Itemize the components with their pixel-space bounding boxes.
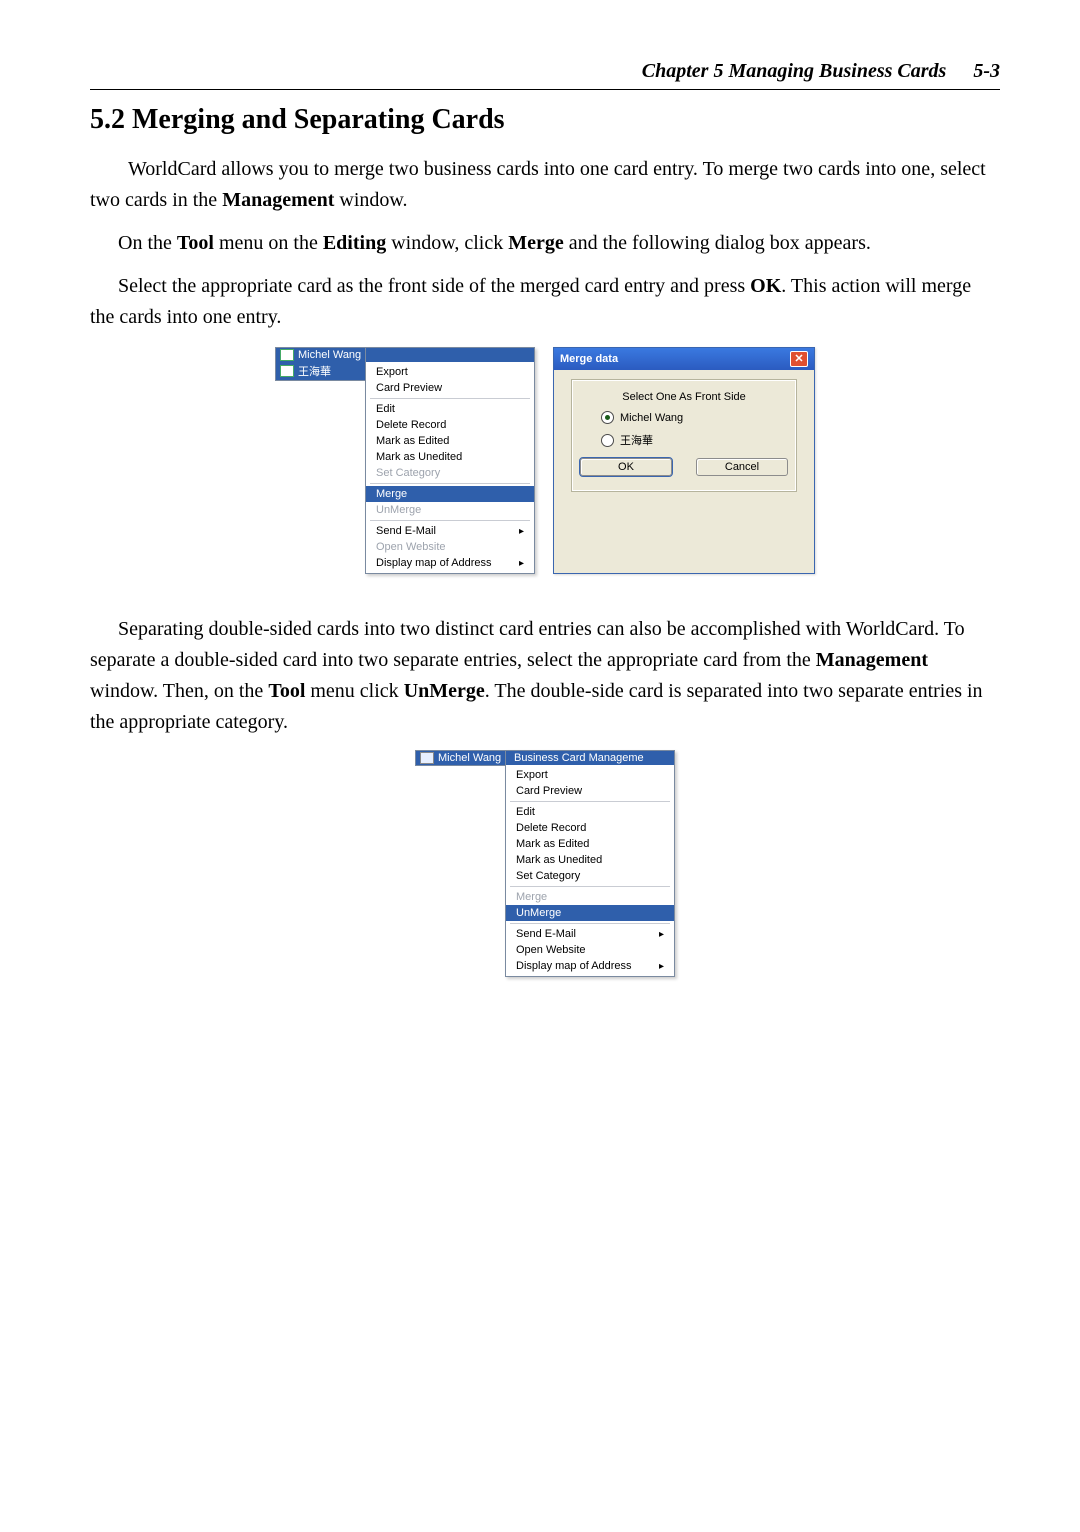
card-selection-list[interactable]: Michel Wang bbox=[415, 750, 509, 766]
menu-mark-unedited[interactable]: Mark as Unedited bbox=[506, 852, 674, 868]
dialog-title: Merge data bbox=[560, 353, 618, 365]
page-header: Chapter 5 Managing Business Cards 5-3 bbox=[90, 60, 1000, 90]
card-double-icon bbox=[420, 752, 434, 764]
paragraph-2: On the Tool menu on the Editing window, … bbox=[90, 228, 1000, 259]
close-icon[interactable]: ✕ bbox=[790, 351, 808, 367]
paragraph-3: Select the appropriate card as the front… bbox=[90, 271, 1000, 333]
menu-open-website[interactable]: Open Website bbox=[506, 942, 674, 958]
figure-unmerge: Michel Wang Business Card Manageme Expor… bbox=[90, 750, 1000, 977]
merge-dialog: Merge data ✕ Select One As Front Side Mi… bbox=[553, 347, 815, 574]
context-menu: Export Card Preview Edit Delete Record M… bbox=[365, 347, 535, 574]
chapter-title: Chapter 5 Managing Business Cards bbox=[642, 60, 947, 82]
menu-card-preview[interactable]: Card Preview bbox=[366, 380, 534, 396]
menu-edit[interactable]: Edit bbox=[506, 804, 674, 820]
list-item[interactable]: 王海華 bbox=[276, 362, 368, 380]
menu-delete-record[interactable]: Delete Record bbox=[506, 820, 674, 836]
dialog-titlebar[interactable]: Merge data ✕ bbox=[554, 348, 814, 370]
menu-title-stub: Business Card Manageme bbox=[506, 751, 674, 765]
menu-export[interactable]: Export bbox=[366, 364, 534, 380]
ok-button[interactable]: OK bbox=[580, 458, 672, 476]
card-icon bbox=[280, 349, 294, 361]
menu-delete-record[interactable]: Delete Record bbox=[366, 417, 534, 433]
list-item[interactable]: Michel Wang bbox=[276, 348, 368, 362]
menu-unmerge: UnMerge bbox=[366, 502, 534, 518]
menu-set-category: Set Category bbox=[366, 465, 534, 481]
menu-mark-edited[interactable]: Mark as Edited bbox=[366, 433, 534, 449]
list-item[interactable]: Michel Wang bbox=[416, 751, 508, 765]
menu-send-email[interactable]: Send E-Mail bbox=[366, 523, 534, 539]
menu-merge: Merge bbox=[506, 889, 674, 905]
menu-merge[interactable]: Merge bbox=[366, 486, 534, 502]
menu-export[interactable]: Export bbox=[506, 767, 674, 783]
menu-send-email[interactable]: Send E-Mail bbox=[506, 926, 674, 942]
radio-option-1[interactable]: Michel Wang bbox=[601, 411, 781, 424]
radio-option-2[interactable]: 王海華 bbox=[601, 432, 781, 448]
radio-icon bbox=[601, 434, 614, 447]
paragraph-4: Separating double-sided cards into two d… bbox=[90, 614, 1000, 738]
menu-edit[interactable]: Edit bbox=[366, 401, 534, 417]
menu-title-stub bbox=[366, 348, 534, 362]
dialog-instruction: Select One As Front Side bbox=[587, 391, 781, 403]
cancel-button[interactable]: Cancel bbox=[696, 458, 788, 476]
paragraph-1: WorldCard allows you to merge two busine… bbox=[90, 154, 1000, 216]
menu-card-preview[interactable]: Card Preview bbox=[506, 783, 674, 799]
card-selection-list[interactable]: Michel Wang 王海華 bbox=[275, 347, 369, 381]
card-icon bbox=[280, 365, 294, 377]
menu-display-map[interactable]: Display map of Address bbox=[366, 555, 534, 571]
menu-unmerge[interactable]: UnMerge bbox=[506, 905, 674, 921]
menu-open-website: Open Website bbox=[366, 539, 534, 555]
menu-mark-unedited[interactable]: Mark as Unedited bbox=[366, 449, 534, 465]
page-number: 5-3 bbox=[973, 60, 1000, 82]
menu-set-category[interactable]: Set Category bbox=[506, 868, 674, 884]
radio-icon bbox=[601, 411, 614, 424]
section-title: 5.2 Merging and Separating Cards bbox=[90, 104, 1000, 136]
context-menu: Business Card Manageme Export Card Previ… bbox=[505, 750, 675, 977]
menu-display-map[interactable]: Display map of Address bbox=[506, 958, 674, 974]
figure-merge: Michel Wang 王海華 Export Card Preview Edit… bbox=[90, 347, 1000, 574]
menu-mark-edited[interactable]: Mark as Edited bbox=[506, 836, 674, 852]
